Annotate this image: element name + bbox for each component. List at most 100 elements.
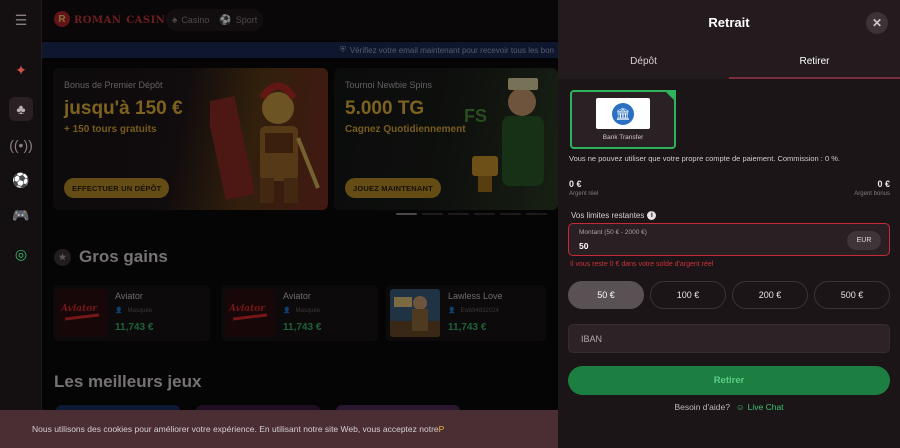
promo-headline: jusqu'à 150 €	[64, 98, 183, 119]
amount-error: Il vous reste 0 € dans votre solde d'arg…	[570, 261, 714, 268]
vip-icon[interactable]: ◎	[9, 242, 33, 266]
carousel-dot[interactable]	[526, 213, 547, 215]
withdraw-submit-button[interactable]: Retirer	[568, 366, 890, 395]
top-bar: R ROMAN CASINO ♠ Casino ⚽ Sport	[42, 0, 558, 40]
carousel-dot[interactable]	[500, 213, 521, 215]
bonus-balance-value: 0 €	[877, 179, 890, 189]
sport-icon[interactable]: ⚽	[9, 168, 33, 192]
quick-amount-200[interactable]: 200 €	[732, 281, 808, 309]
logo-main: ROMAN	[74, 15, 122, 26]
tab-deposit[interactable]: Dépôt	[558, 44, 729, 79]
close-icon: ✕	[871, 16, 883, 30]
promo-icon[interactable]: ✦	[9, 58, 33, 82]
live-icon[interactable]: ((•))	[9, 133, 33, 157]
close-button[interactable]: ✕	[866, 12, 888, 34]
best-games-title: Les meilleurs jeux	[54, 372, 202, 391]
big-wins-label: Gros gains	[79, 247, 168, 266]
svg-text:Aviator: Aviator	[228, 304, 266, 314]
user-icon: 👤	[448, 308, 456, 314]
panel-header: Retrait ✕	[558, 0, 900, 44]
win-user-name: Masquée	[295, 307, 321, 314]
carousel-dot[interactable]	[422, 213, 443, 215]
cookie-policy-link[interactable]: P	[439, 424, 445, 434]
nav-casino-label: Casino	[181, 15, 210, 25]
iban-input[interactable]	[568, 324, 890, 353]
real-balance-label: Argent réel	[569, 191, 599, 197]
carousel-dot[interactable]	[474, 213, 495, 215]
verify-banner[interactable]: ⛨ Vérifiez votre email maintenant pour r…	[42, 42, 558, 58]
verify-text: Vérifiez votre email maintenant pour rec…	[349, 45, 554, 55]
nav-casino[interactable]: ♠ Casino	[172, 15, 209, 26]
cards-icon: ♠	[172, 14, 178, 26]
currency-badge[interactable]: EUR	[847, 231, 881, 250]
ball-icon: ⚽	[219, 14, 232, 26]
user-icon: 👤	[283, 308, 291, 314]
bank-icon: 🏛	[612, 102, 634, 125]
nav-toggle: ♠ Casino ⚽ Sport	[166, 9, 264, 31]
play-now-button[interactable]: JOUEZ MAINTENANT	[345, 178, 441, 198]
trophy-figure-illustration: FS	[464, 78, 544, 192]
real-balance: 0 € Argent réel	[569, 179, 598, 197]
casino-icon[interactable]: ♣	[9, 97, 33, 121]
promo-card-deposit[interactable]: Bonus de Premier Dépôt jusqu'à 150 € + 1…	[53, 68, 328, 210]
star-icon: ★	[54, 249, 71, 266]
help-row: Besoin d'aide? ☺ Live Chat	[558, 402, 900, 412]
logo-badge: R	[54, 11, 70, 27]
win-user-name: Masquée	[127, 307, 153, 314]
bonus-balance-label: Argent bonus	[854, 191, 890, 197]
selected-check-icon	[664, 90, 676, 102]
big-wins-title: ★ Gros gains	[54, 247, 168, 267]
menu-icon[interactable]: ☰	[9, 8, 33, 32]
promo-kicker: Bonus de Premier Dépôt	[64, 80, 163, 90]
game-thumbnail: Aviator	[57, 289, 107, 337]
quick-amount-500[interactable]: 500 €	[814, 281, 890, 309]
win-amount: 11,743 €	[448, 322, 487, 333]
cookie-text: Nous utilisons des cookies pour améliore…	[32, 424, 439, 434]
method-label: Bank Transfer	[602, 134, 644, 141]
win-amount: 11,743 €	[115, 322, 154, 333]
amount-field: Montant (50 € - 2000 €) EUR	[568, 223, 890, 256]
gamepad-icon[interactable]: 🎮	[9, 203, 33, 227]
win-card[interactable]: Aviator Aviator 👤 Masquée 11,743 €	[221, 285, 378, 341]
carousel-dot[interactable]	[396, 213, 417, 215]
left-rail: ☰ ✦ ♣ ((•)) ⚽ 🎮 ◎	[0, 0, 42, 448]
user-icon: 👤	[115, 308, 123, 314]
info-icon[interactable]: i	[647, 211, 657, 220]
win-game-name: Lawless Love	[448, 291, 503, 301]
nav-sport-label: Sport	[235, 15, 258, 25]
bank-logo: 🏛	[596, 98, 650, 129]
promo-sub: Cagnez Quotidiennement	[345, 124, 466, 135]
promo-sub: + 150 tours gratuits	[64, 124, 157, 135]
game-thumbnail: Aviator	[225, 289, 275, 337]
cookie-bar: Nous utilisons des cookies pour améliore…	[0, 410, 558, 448]
panel-title: Retrait	[708, 14, 750, 30]
withdraw-panel: Retrait ✕ Dépôt Retirer 🏛 Bank Transfer …	[558, 0, 900, 448]
amount-input[interactable]	[579, 240, 779, 252]
deposit-button[interactable]: EFFECTUER UN DÉPÔT	[64, 178, 170, 198]
game-thumbnail	[390, 289, 440, 337]
live-chat-label: Live Chat	[747, 402, 784, 412]
shield-icon: ⛨	[339, 45, 346, 54]
payment-method-bank-transfer[interactable]: 🏛 Bank Transfer	[570, 90, 676, 149]
promo-card-tournament[interactable]: Tournoi Newbie Spins 5.000 TG Cagnez Quo…	[334, 68, 558, 210]
chat-icon: ☺	[735, 402, 745, 412]
win-game-name: Aviator	[115, 291, 143, 301]
nav-sport[interactable]: ⚽ Sport	[219, 15, 257, 26]
amount-label: Montant (50 € - 2000 €)	[579, 229, 647, 236]
live-chat-link[interactable]: ☺ Live Chat	[736, 402, 784, 412]
gladiator-illustration	[210, 82, 320, 203]
tab-withdraw[interactable]: Retirer	[729, 44, 900, 79]
win-card[interactable]: Lawless Love 👤 Ewb94832024 11,743 €	[386, 285, 546, 341]
promo-headline: 5.000 TG	[345, 98, 425, 119]
panel-tabs: Dépôt Retirer	[558, 44, 900, 79]
svg-text:Aviator: Aviator	[60, 304, 98, 314]
bonus-balance: 0 € Argent bonus	[854, 179, 890, 197]
quick-amount-50[interactable]: 50 €	[568, 281, 644, 309]
promo-kicker: Tournoi Newbie Spins	[345, 80, 433, 90]
win-card[interactable]: Aviator Aviator 👤 Masquée 11,743 €	[53, 285, 210, 341]
win-amount: 11,743 €	[283, 322, 322, 333]
quick-amount-100[interactable]: 100 €	[650, 281, 726, 309]
real-balance-value: 0 €	[569, 179, 582, 189]
brand-logo[interactable]: R ROMAN CASINO	[54, 11, 175, 27]
carousel-dot[interactable]	[448, 213, 469, 215]
